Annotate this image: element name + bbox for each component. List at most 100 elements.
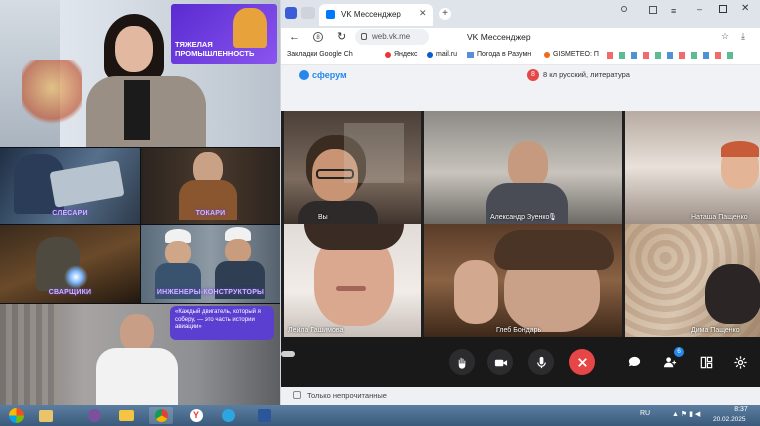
bookmark-gismeteo[interactable]: GISMETEO: П [553, 51, 599, 58]
caption-tokari: ТОКАРИ [195, 210, 226, 217]
collapse-handle[interactable] [281, 351, 295, 357]
yandex-id-icon[interactable]: 8 [313, 32, 323, 42]
lock-icon [361, 33, 367, 40]
participant-tile[interactable]: Лейла Гашимова [284, 224, 421, 337]
gear-icon [733, 355, 747, 369]
quote-bubble: «Каждый двигатель, который я соберу, — э… [170, 306, 274, 340]
unread-filter-label: Только непрочитанные [307, 391, 387, 400]
chat-list-strip: Только непрочитанные [281, 387, 760, 405]
video-tile-svarshchiki: СВАРЩИКИ [0, 225, 140, 303]
vk-favicon-icon [326, 10, 335, 19]
caption-slesari: СЛЕСАРИ [52, 210, 88, 217]
sidebar-toggle-icon[interactable] [285, 7, 297, 19]
close-icon [577, 357, 587, 367]
camera-icon [494, 359, 507, 366]
new-tab-icon[interactable]: + [439, 8, 451, 20]
participant-name: Дима Пащенко [691, 327, 740, 334]
minimize-icon[interactable]: – [697, 5, 702, 14]
participant-name: Наташа Пащенко [691, 214, 748, 221]
presenter-panel: ТЯЖЕЛАЯ ПРОМЫШЛЕННОСТЬ [0, 0, 280, 147]
taskbar: Y RU ▲ ⚑ ▮ ◀ 8:37 20.02.2025 [0, 405, 760, 426]
bookmark-star-icon[interactable]: ☆ [721, 31, 729, 42]
chat-title[interactable]: 8 кл русский, литература [543, 70, 630, 79]
grid-layout-icon [700, 356, 712, 368]
bookmark-yandex[interactable]: Яндекс [394, 51, 418, 58]
participant-name: Александр Зуенко [490, 214, 550, 221]
mail-icon [427, 52, 433, 58]
caption-inzhenery: ИНЖЕНЕРЫ-КОНСТРУКТОРЫ [156, 289, 265, 296]
extension-icons[interactable] [607, 52, 737, 59]
profile-icon[interactable] [621, 6, 627, 12]
bookmark-weather[interactable]: Погода в Разумн [477, 51, 531, 58]
telegram-taskbar-icon[interactable] [216, 407, 240, 424]
window-title: VK Мессенджер [467, 32, 531, 42]
tabs-list-icon[interactable] [301, 7, 315, 19]
video-tile-slesari: СЛЕСАРИ [0, 148, 140, 224]
tray-icons[interactable]: ▲ ⚑ ▮ ◀ [672, 410, 700, 418]
hand-icon [458, 357, 465, 369]
gismeteo-icon [544, 52, 550, 58]
yandex-browser-taskbar-icon[interactable]: Y [184, 407, 208, 424]
participant-name: Вы [318, 214, 328, 221]
video-player-window: ТЯЖЕЛАЯ ПРОМЫШЛЕННОСТЬ СЛЕСАРИ ТОКАРИ СВ… [0, 0, 280, 405]
participant-tile[interactable]: Глеб Бондарь [424, 224, 622, 337]
viber-taskbar-icon[interactable] [82, 407, 106, 424]
sferum-logo-icon [299, 70, 309, 80]
close-tab-icon[interactable]: ✕ [419, 8, 427, 19]
participant-tile[interactable]: Вы [284, 111, 421, 224]
explorer-taskbar-icon[interactable] [34, 407, 58, 424]
clock-time[interactable]: 8:37 [724, 406, 758, 413]
caption-svarshchiki: СВАРЩИКИ [48, 289, 92, 296]
menu-icon[interactable]: ≡ [671, 7, 676, 16]
camera-button[interactable] [487, 349, 513, 375]
folder-taskbar-icon[interactable] [114, 407, 138, 424]
raise-hand-button[interactable] [449, 349, 475, 375]
chat-avatar: 8 [527, 69, 539, 81]
bookmark-mail[interactable]: mail.ru [436, 51, 457, 58]
banner-text: ТЯЖЕЛАЯ ПРОМЫШЛЕННОСТЬ [175, 40, 255, 58]
participant-name: Лейла Гашимова [288, 327, 344, 334]
close-window-icon[interactable]: ✕ [741, 3, 749, 14]
start-button[interactable] [4, 407, 28, 424]
tab-title: VK Мессенджер [341, 10, 401, 19]
participants-icon [663, 356, 676, 367]
participants-button[interactable]: 6 [657, 347, 684, 375]
chat-button[interactable] [621, 349, 647, 375]
back-icon[interactable]: ← [289, 31, 300, 43]
end-call-button[interactable] [569, 349, 595, 375]
tab-vk-messenger[interactable]: VK Мессенджер ✕ [319, 4, 433, 26]
reload-icon[interactable]: ↻ [337, 30, 346, 43]
address-bar[interactable]: web.vk.me [355, 29, 429, 45]
call-controls-bar: 6 [281, 337, 760, 387]
clock-date[interactable]: 20.02.2025 [713, 416, 746, 423]
collections-icon[interactable] [649, 6, 657, 14]
participants-count-badge: 6 [674, 347, 684, 357]
address-toolbar: ← 8 ↻ web.vk.me VK Мессенджер ☆ ⤓ [281, 28, 760, 48]
address-text: web.vk.me [372, 32, 411, 41]
layout-button[interactable] [693, 349, 719, 375]
topic-banner: ТЯЖЕЛАЯ ПРОМЫШЛЕННОСТЬ [171, 4, 277, 64]
chrome-taskbar-icon[interactable] [149, 407, 173, 424]
tab-bar: VK Мессенджер ✕ + ≡ – ✕ [281, 0, 760, 28]
weather-icon [467, 52, 474, 58]
word-taskbar-icon[interactable] [252, 407, 276, 424]
browser-window: VK Мессенджер ✕ + ≡ – ✕ ← 8 ↻ web.vk.me … [281, 0, 760, 405]
video-tile-engineer: «Каждый двигатель, который я соберу, — э… [0, 304, 280, 405]
download-icon[interactable]: ⤓ [741, 31, 745, 42]
muted-mic-icon: 🎙 [548, 214, 557, 221]
vk-header: сферум 8 8 кл русский, литература [281, 65, 760, 111]
participant-tile[interactable]: Наташа Пащенко [625, 111, 760, 224]
participant-tile[interactable]: Дима Пащенко [625, 224, 760, 337]
language-indicator[interactable]: RU [640, 410, 650, 417]
unread-checkbox[interactable] [293, 391, 301, 399]
chat-bubble-icon [628, 356, 640, 366]
microphone-button[interactable] [528, 349, 554, 375]
sferum-logo-text: сферум [312, 70, 347, 80]
microphone-icon [536, 356, 546, 368]
video-tile-inzhenery: ИНЖЕНЕРЫ-КОНСТРУКТОРЫ [141, 225, 280, 303]
maximize-icon[interactable] [719, 5, 727, 13]
participant-tile[interactable]: Александр Зуенко 🎙 [424, 111, 622, 224]
settings-button[interactable] [727, 349, 753, 375]
bookmarks-bar: Закладки Google Ch Яндекс mail.ru Погода… [281, 48, 760, 65]
bookmark-google[interactable]: Закладки Google Ch [287, 51, 353, 58]
